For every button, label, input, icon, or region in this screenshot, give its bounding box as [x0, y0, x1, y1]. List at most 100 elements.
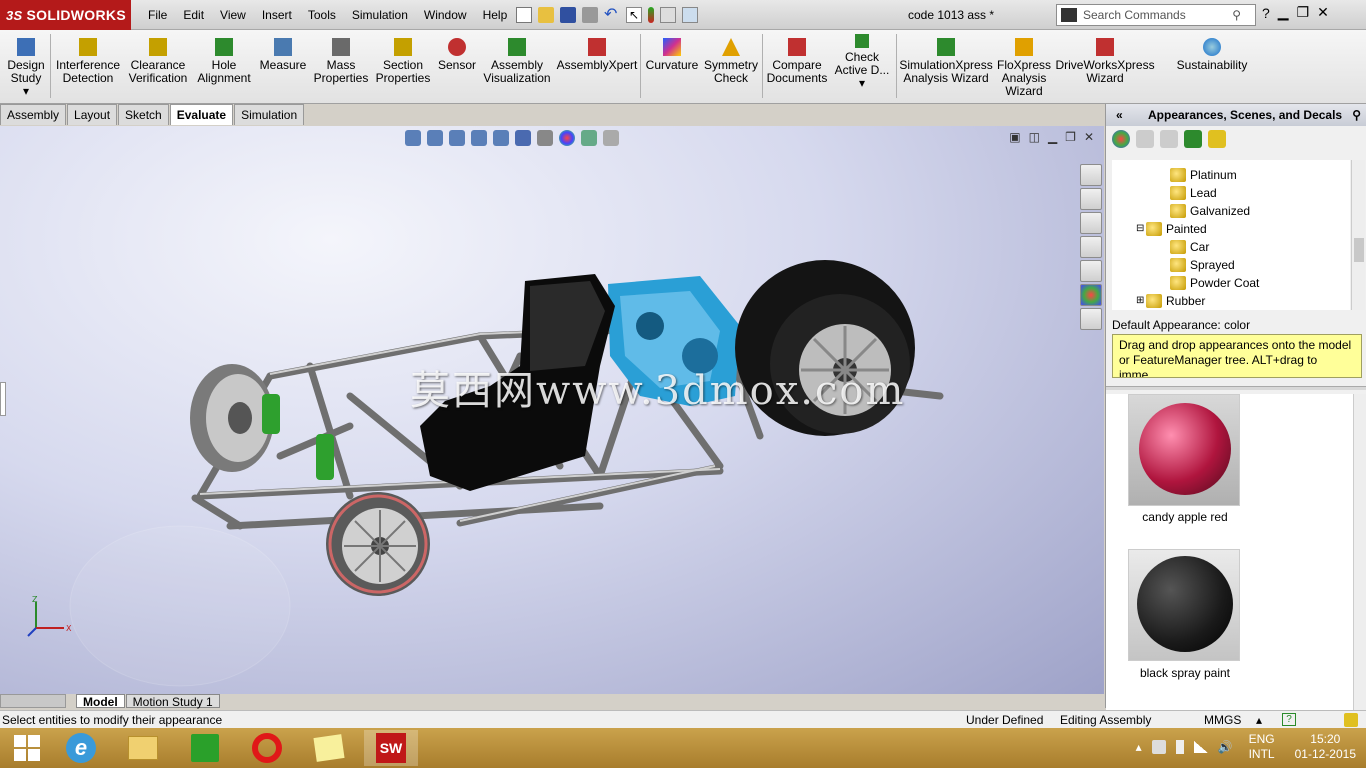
assemblyxpert-button[interactable]: AssemblyXpert: [557, 30, 637, 104]
menu-window[interactable]: Window: [416, 0, 475, 30]
menu-tools[interactable]: Tools: [300, 0, 344, 30]
tab-model[interactable]: Model: [76, 694, 125, 709]
up-one-level-icon[interactable]: [1208, 130, 1226, 148]
file-explorer-tab-icon[interactable]: [1080, 236, 1102, 258]
tab-assembly[interactable]: Assembly: [0, 104, 67, 125]
sensor-button[interactable]: Sensor: [436, 30, 478, 104]
select-arrow-icon[interactable]: ↖: [626, 7, 642, 23]
appearance-folder-icon: [1170, 240, 1186, 254]
file-properties-icon[interactable]: [660, 7, 676, 23]
graphics-area[interactable]: ▣ ◫ ▁ ❐ ✕ 莫西网www.3dmox.com Z X: [0, 126, 1104, 694]
home-icon[interactable]: [1080, 188, 1102, 210]
measure-button[interactable]: Measure: [258, 30, 308, 104]
check-active-document-button[interactable]: Check Active D... ▾: [832, 30, 892, 104]
sustainability-button[interactable]: Sustainability: [1172, 30, 1252, 104]
mass-properties-button[interactable]: Mass Properties: [312, 30, 370, 104]
menu-help[interactable]: Help: [475, 0, 516, 30]
hole-alignment-button[interactable]: Hole Alignment: [196, 30, 252, 104]
solidworks-resources-icon[interactable]: [1080, 164, 1102, 186]
start-button[interactable]: [0, 730, 54, 766]
options-icon[interactable]: [682, 7, 698, 23]
new-document-icon[interactable]: [516, 7, 532, 23]
open-folder-icon[interactable]: [538, 7, 554, 23]
menu-file[interactable]: File: [140, 0, 175, 30]
units-caret-icon[interactable]: ▴: [1256, 711, 1262, 729]
collapse-node-icon[interactable]: ⊟: [1136, 220, 1146, 238]
tree-item-rubber[interactable]: ⊞ Rubber: [1136, 292, 1205, 310]
floxpress-button[interactable]: FloXpress Analysis Wizard: [996, 30, 1052, 104]
help-icon[interactable]: ?: [1262, 5, 1270, 21]
menu-simulation[interactable]: Simulation: [344, 0, 416, 30]
tree-scrollbar[interactable]: [1351, 160, 1365, 310]
minimize-icon[interactable]: ▁: [1278, 4, 1289, 21]
solidworks-taskbar-button[interactable]: SW: [364, 730, 418, 766]
curvature-button[interactable]: Curvature: [644, 30, 700, 104]
undo-icon[interactable]: ↶: [604, 7, 620, 23]
restore-icon[interactable]: ❐: [1297, 4, 1310, 21]
tree-item-platinum[interactable]: Platinum: [1170, 166, 1237, 184]
rebuild-status-icon[interactable]: [1344, 713, 1358, 727]
open-folder-icon[interactable]: [1136, 130, 1154, 148]
tab-scroll-icons[interactable]: [0, 694, 66, 708]
help-status-icon[interactable]: ?: [1282, 713, 1296, 726]
status-units[interactable]: MMGS: [1204, 711, 1241, 729]
assembly-visualization-button[interactable]: Assembly Visualization: [482, 30, 552, 104]
add-file-location-icon[interactable]: [1112, 130, 1130, 148]
pin-pane-icon[interactable]: ⚲: [1352, 104, 1361, 126]
tab-simulation[interactable]: Simulation: [234, 104, 305, 125]
language-indicator[interactable]: ENG INTL: [1249, 732, 1275, 762]
notes-button[interactable]: [302, 730, 356, 766]
driveworksxpress-button[interactable]: DriveWorksXpress Wizard: [1055, 30, 1155, 104]
signal-icon[interactable]: [1193, 741, 1208, 753]
tab-motion-study[interactable]: Motion Study 1: [125, 694, 220, 709]
custom-properties-icon[interactable]: [1080, 308, 1102, 330]
clearance-verification-button[interactable]: Clearance Verification: [126, 30, 190, 104]
refresh-icon[interactable]: [1184, 130, 1202, 148]
section-properties-button[interactable]: Section Properties: [374, 30, 432, 104]
tree-item-lead[interactable]: Lead: [1170, 184, 1217, 202]
swatch-candy-apple-red[interactable]: [1128, 394, 1240, 506]
menu-edit[interactable]: Edit: [175, 0, 212, 30]
volume-icon[interactable]: 🔊: [1218, 740, 1233, 754]
pane-splitter[interactable]: [1106, 386, 1366, 390]
create-new-folder-icon[interactable]: [1160, 130, 1178, 148]
interference-detection-button[interactable]: Interference Detection: [56, 30, 120, 104]
tab-evaluate[interactable]: Evaluate: [169, 104, 234, 125]
simulationxpress-button[interactable]: SimulationXpress Analysis Wizard: [899, 30, 993, 104]
network-warning-icon[interactable]: [1151, 740, 1166, 754]
save-icon[interactable]: [560, 7, 576, 23]
battery-icon[interactable]: [1175, 740, 1184, 754]
print-icon[interactable]: [582, 7, 598, 23]
tree-item-powder-coat[interactable]: Powder Coat: [1170, 274, 1259, 292]
show-hidden-icons-icon[interactable]: ▴: [1136, 740, 1142, 754]
tree-item-sprayed[interactable]: Sprayed: [1170, 256, 1235, 274]
opera-button[interactable]: [240, 730, 294, 766]
tree-scrollbar-thumb[interactable]: [1354, 238, 1364, 262]
rebuild-icon[interactable]: [648, 7, 654, 23]
clock[interactable]: 15:20 01-12-2015: [1295, 732, 1356, 762]
search-commands-box[interactable]: Search Commands ⚲: [1056, 4, 1256, 26]
symmetry-check-button[interactable]: Symmetry Check: [704, 30, 758, 104]
collapse-pane-icon[interactable]: «: [1116, 104, 1123, 126]
appearances-tab-icon[interactable]: [1080, 284, 1102, 306]
store-button[interactable]: [178, 730, 232, 766]
swatch-black-spray-paint[interactable]: [1128, 549, 1240, 661]
tab-sketch[interactable]: Sketch: [118, 104, 169, 125]
tab-layout[interactable]: Layout: [67, 104, 118, 125]
view-palette-icon[interactable]: [1080, 260, 1102, 282]
search-icon[interactable]: ⚲: [1232, 8, 1241, 22]
solidworks-logo[interactable]: 3S SOLIDWORKS: [0, 0, 131, 30]
internet-explorer-button[interactable]: e: [54, 730, 108, 766]
tree-item-galvanized[interactable]: Galvanized: [1170, 202, 1250, 220]
close-icon[interactable]: ✕: [1317, 4, 1329, 21]
swatch-scrollbar[interactable]: [1353, 394, 1366, 710]
tree-item-painted[interactable]: ⊟ Painted: [1136, 220, 1207, 238]
menu-insert[interactable]: Insert: [254, 0, 300, 30]
tree-item-car[interactable]: Car: [1170, 238, 1209, 256]
file-explorer-button[interactable]: [116, 730, 170, 766]
expand-node-icon[interactable]: ⊞: [1136, 292, 1146, 310]
design-library-icon[interactable]: [1080, 212, 1102, 234]
compare-documents-button[interactable]: Compare Documents: [766, 30, 828, 104]
design-study-button[interactable]: Design Study ▾: [6, 30, 46, 104]
menu-view[interactable]: View: [212, 0, 254, 30]
